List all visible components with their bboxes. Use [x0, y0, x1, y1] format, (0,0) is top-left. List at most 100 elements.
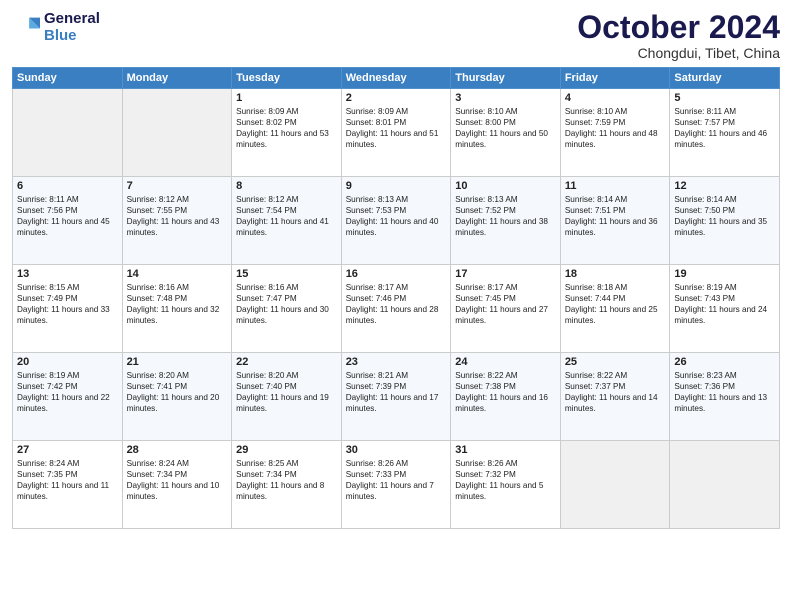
calendar-cell: 5 Sunrise: 8:11 AM Sunset: 7:57 PM Daylig…	[670, 89, 780, 177]
calendar-cell: 17Sunrise: 8:17 AM Sunset: 7:45 PM Dayli…	[451, 265, 561, 353]
day-number: 5	[674, 92, 775, 104]
day-number: 19	[674, 268, 775, 280]
calendar-cell	[122, 89, 232, 177]
location: Chongdui, Tibet, China	[577, 45, 780, 61]
cell-info: Sunrise: 8:22 AM Sunset: 7:37 PM Dayligh…	[565, 370, 666, 414]
day-number: 10	[455, 180, 556, 192]
calendar-day-header: Wednesday	[341, 68, 451, 89]
calendar-cell: 6 Sunrise: 8:11 AM Sunset: 7:56 PM Daylig…	[13, 177, 123, 265]
calendar-week-row: 27 Sunrise: 8:24 AM Sunset: 7:35 PM Dayli…	[13, 441, 780, 529]
cell-info: Sunrise: 8:11 AM Sunset: 7:56 PM Dayligh…	[17, 194, 118, 238]
calendar-day-header: Monday	[122, 68, 232, 89]
day-number: 27	[17, 444, 118, 456]
calendar-week-row: 6 Sunrise: 8:11 AM Sunset: 7:56 PM Daylig…	[13, 177, 780, 265]
cell-info: Sunrise: 8:09 AM Sunset: 8:01 PM Dayligh…	[346, 106, 447, 150]
cell-info: Sunrise: 8:24 AM Sunset: 7:35 PM Dayligh…	[17, 458, 118, 502]
calendar-header-row: SundayMondayTuesdayWednesdayThursdayFrid…	[13, 68, 780, 89]
calendar-cell: 27 Sunrise: 8:24 AM Sunset: 7:35 PM Dayli…	[13, 441, 123, 529]
day-number: 11	[565, 180, 666, 192]
day-number: 7	[127, 180, 228, 192]
calendar-cell: 13Sunrise: 8:15 AM Sunset: 7:49 PM Dayli…	[13, 265, 123, 353]
calendar-cell	[670, 441, 780, 529]
calendar-cell	[13, 89, 123, 177]
cell-info: Sunrise: 8:16 AM Sunset: 7:48 PM Dayligh…	[127, 282, 228, 326]
cell-info: Sunrise: 8:11 AM Sunset: 7:57 PM Dayligh…	[674, 106, 775, 150]
day-number: 26	[674, 356, 775, 368]
calendar-cell: 8 Sunrise: 8:12 AM Sunset: 7:54 PM Daylig…	[232, 177, 342, 265]
day-number: 20	[17, 356, 118, 368]
cell-info: Sunrise: 8:16 AM Sunset: 7:47 PM Dayligh…	[236, 282, 337, 326]
calendar-week-row: 1Sunrise: 8:09 AM Sunset: 8:02 PM Daylig…	[13, 89, 780, 177]
calendar-cell: 15 Sunrise: 8:16 AM Sunset: 7:47 PM Dayli…	[232, 265, 342, 353]
calendar-cell: 22 Sunrise: 8:20 AM Sunset: 7:40 PM Dayli…	[232, 353, 342, 441]
day-number: 18	[565, 268, 666, 280]
calendar-cell: 9Sunrise: 8:13 AM Sunset: 7:53 PM Daylig…	[341, 177, 451, 265]
cell-info: Sunrise: 8:20 AM Sunset: 7:40 PM Dayligh…	[236, 370, 337, 414]
day-number: 15	[236, 268, 337, 280]
cell-info: Sunrise: 8:26 AM Sunset: 7:32 PM Dayligh…	[455, 458, 556, 502]
calendar-day-header: Sunday	[13, 68, 123, 89]
calendar-cell: 16Sunrise: 8:17 AM Sunset: 7:46 PM Dayli…	[341, 265, 451, 353]
logo-text: General Blue	[44, 10, 100, 45]
calendar-cell: 14Sunrise: 8:16 AM Sunset: 7:48 PM Dayli…	[122, 265, 232, 353]
cell-info: Sunrise: 8:19 AM Sunset: 7:42 PM Dayligh…	[17, 370, 118, 414]
cell-info: Sunrise: 8:24 AM Sunset: 7:34 PM Dayligh…	[127, 458, 228, 502]
calendar-cell: 23 Sunrise: 8:21 AM Sunset: 7:39 PM Dayli…	[341, 353, 451, 441]
cell-info: Sunrise: 8:20 AM Sunset: 7:41 PM Dayligh…	[127, 370, 228, 414]
day-number: 13	[17, 268, 118, 280]
calendar-cell: 25 Sunrise: 8:22 AM Sunset: 7:37 PM Dayli…	[560, 353, 670, 441]
calendar-cell: 31 Sunrise: 8:26 AM Sunset: 7:32 PM Dayli…	[451, 441, 561, 529]
calendar-day-header: Friday	[560, 68, 670, 89]
cell-info: Sunrise: 8:19 AM Sunset: 7:43 PM Dayligh…	[674, 282, 775, 326]
calendar-week-row: 13Sunrise: 8:15 AM Sunset: 7:49 PM Dayli…	[13, 265, 780, 353]
cell-info: Sunrise: 8:14 AM Sunset: 7:51 PM Dayligh…	[565, 194, 666, 238]
logo: General Blue	[12, 10, 100, 45]
cell-info: Sunrise: 8:13 AM Sunset: 7:53 PM Dayligh…	[346, 194, 447, 238]
cell-info: Sunrise: 8:13 AM Sunset: 7:52 PM Dayligh…	[455, 194, 556, 238]
calendar-cell: 18Sunrise: 8:18 AM Sunset: 7:44 PM Dayli…	[560, 265, 670, 353]
cell-info: Sunrise: 8:17 AM Sunset: 7:46 PM Dayligh…	[346, 282, 447, 326]
day-number: 22	[236, 356, 337, 368]
calendar-cell: 7 Sunrise: 8:12 AM Sunset: 7:55 PM Daylig…	[122, 177, 232, 265]
calendar-cell: 30Sunrise: 8:26 AM Sunset: 7:33 PM Dayli…	[341, 441, 451, 529]
calendar-cell: 1Sunrise: 8:09 AM Sunset: 8:02 PM Daylig…	[232, 89, 342, 177]
calendar-cell: 20 Sunrise: 8:19 AM Sunset: 7:42 PM Dayli…	[13, 353, 123, 441]
day-number: 29	[236, 444, 337, 456]
cell-info: Sunrise: 8:10 AM Sunset: 7:59 PM Dayligh…	[565, 106, 666, 150]
cell-info: Sunrise: 8:09 AM Sunset: 8:02 PM Dayligh…	[236, 106, 337, 150]
calendar-cell: 4 Sunrise: 8:10 AM Sunset: 7:59 PM Daylig…	[560, 89, 670, 177]
calendar-cell: 10 Sunrise: 8:13 AM Sunset: 7:52 PM Dayli…	[451, 177, 561, 265]
day-number: 4	[565, 92, 666, 104]
day-number: 3	[455, 92, 556, 104]
cell-info: Sunrise: 8:12 AM Sunset: 7:55 PM Dayligh…	[127, 194, 228, 238]
calendar-cell: 3 Sunrise: 8:10 AM Sunset: 8:00 PM Daylig…	[451, 89, 561, 177]
cell-info: Sunrise: 8:17 AM Sunset: 7:45 PM Dayligh…	[455, 282, 556, 326]
calendar-cell: 29 Sunrise: 8:25 AM Sunset: 7:34 PM Dayli…	[232, 441, 342, 529]
cell-info: Sunrise: 8:21 AM Sunset: 7:39 PM Dayligh…	[346, 370, 447, 414]
cell-info: Sunrise: 8:23 AM Sunset: 7:36 PM Dayligh…	[674, 370, 775, 414]
cell-info: Sunrise: 8:25 AM Sunset: 7:34 PM Dayligh…	[236, 458, 337, 502]
calendar-cell: 12Sunrise: 8:14 AM Sunset: 7:50 PM Dayli…	[670, 177, 780, 265]
cell-info: Sunrise: 8:10 AM Sunset: 8:00 PM Dayligh…	[455, 106, 556, 150]
day-number: 2	[346, 92, 447, 104]
calendar-cell	[560, 441, 670, 529]
calendar-day-header: Saturday	[670, 68, 780, 89]
calendar-week-row: 20 Sunrise: 8:19 AM Sunset: 7:42 PM Dayli…	[13, 353, 780, 441]
header: General Blue October 2024 Chongdui, Tibe…	[12, 10, 780, 61]
day-number: 31	[455, 444, 556, 456]
calendar-cell: 24Sunrise: 8:22 AM Sunset: 7:38 PM Dayli…	[451, 353, 561, 441]
day-number: 25	[565, 356, 666, 368]
calendar-cell: 28Sunrise: 8:24 AM Sunset: 7:34 PM Dayli…	[122, 441, 232, 529]
day-number: 6	[17, 180, 118, 192]
cell-info: Sunrise: 8:12 AM Sunset: 7:54 PM Dayligh…	[236, 194, 337, 238]
title-block: October 2024 Chongdui, Tibet, China	[577, 10, 780, 61]
cell-info: Sunrise: 8:26 AM Sunset: 7:33 PM Dayligh…	[346, 458, 447, 502]
day-number: 8	[236, 180, 337, 192]
calendar-day-header: Thursday	[451, 68, 561, 89]
calendar-cell: 21 Sunrise: 8:20 AM Sunset: 7:41 PM Dayli…	[122, 353, 232, 441]
day-number: 21	[127, 356, 228, 368]
cell-info: Sunrise: 8:22 AM Sunset: 7:38 PM Dayligh…	[455, 370, 556, 414]
calendar-cell: 19 Sunrise: 8:19 AM Sunset: 7:43 PM Dayli…	[670, 265, 780, 353]
day-number: 23	[346, 356, 447, 368]
calendar-cell: 2 Sunrise: 8:09 AM Sunset: 8:01 PM Daylig…	[341, 89, 451, 177]
